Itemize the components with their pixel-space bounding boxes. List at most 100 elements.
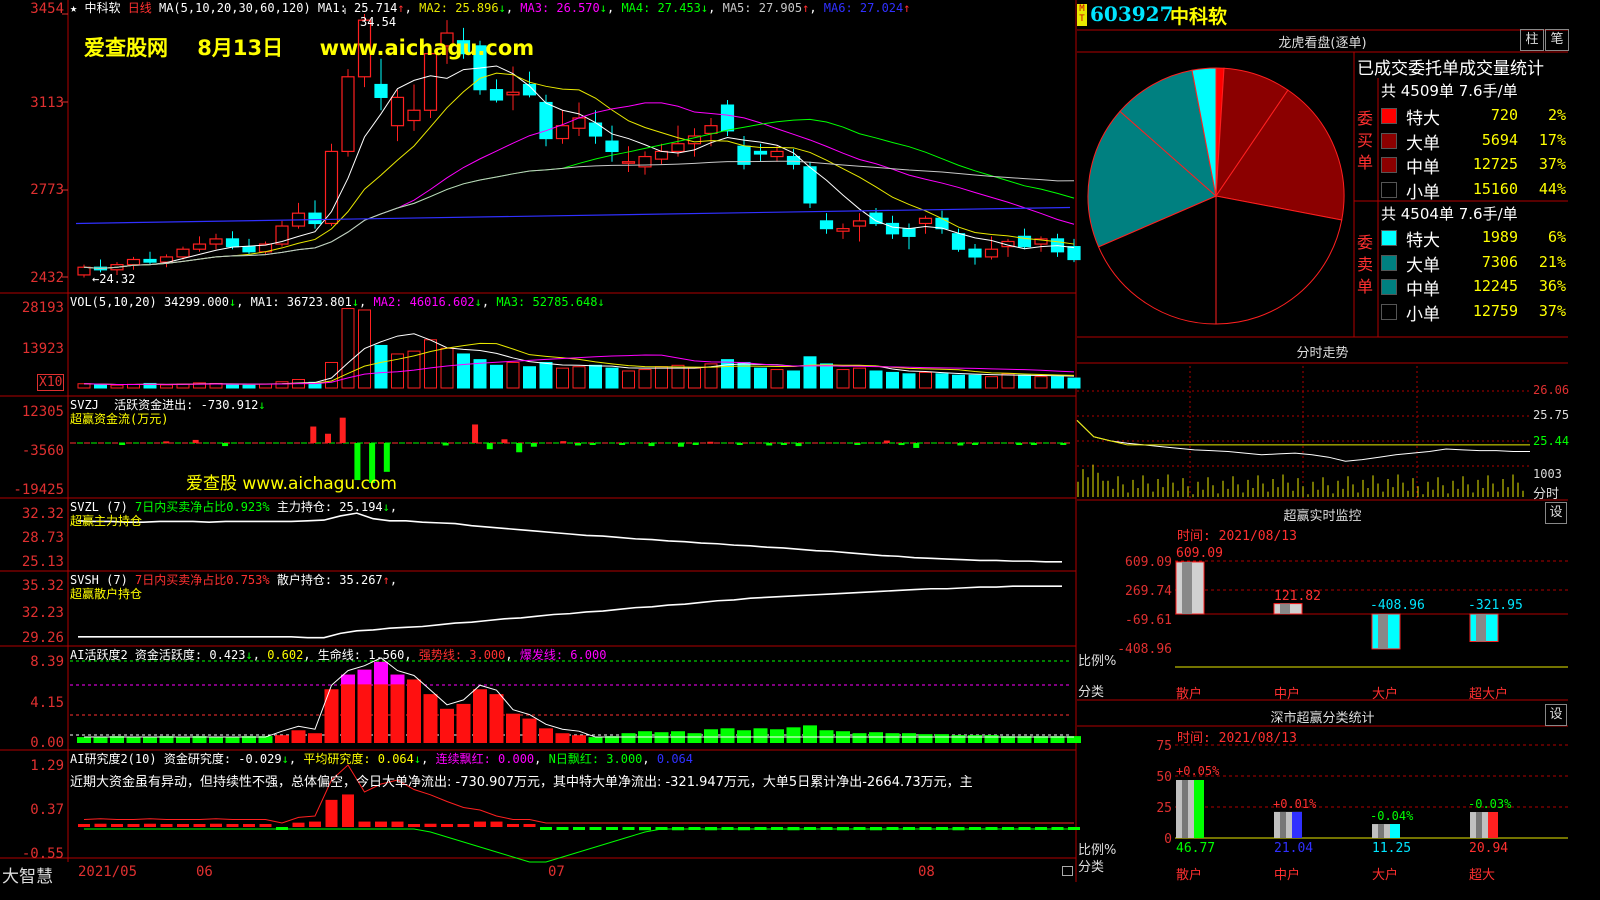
svzl-tick-2: 28.73 [21,530,64,546]
ai2-bar [408,824,420,827]
ai1-neg-bar [588,737,603,743]
volume-bar [341,308,355,389]
vol-tick-2: 13923 [21,341,64,357]
volume-bar [787,370,800,389]
monitor-bar-shade [1280,603,1290,614]
monitor-tick-2: 269.74 [1125,584,1172,599]
volume-bar [952,374,965,389]
price-tick-4: 2432 [30,270,64,286]
ma5-arrow: ↑ [802,1,810,15]
candle-body [605,140,619,153]
stats-value-2: 21.04 [1274,841,1314,856]
sell-side-label: 委卖单 [1357,233,1374,296]
ai2-tick-1: 1.29 [30,758,64,774]
mt-badge: M T [1077,4,1087,26]
candle-body [753,150,768,155]
dragon-title: 龙虎看盘(逐单) [1278,36,1367,51]
svzj-arrow: ↓ [258,398,266,412]
svzj-tick-3: -19425 [13,482,64,498]
lock-icon[interactable] [1062,866,1073,876]
candle-body [902,228,916,237]
candle-body [341,76,355,153]
ai1-neg-bar [984,735,999,743]
svzj-bar [383,443,390,472]
monitor-settings-button[interactable]: 设 [1545,502,1567,524]
legend-swatch [1381,230,1397,246]
monitor-value-3: -408.96 [1370,598,1425,613]
intraday-tick-2: 25.75 [1533,408,1570,422]
tick-mode-button[interactable]: 笔 [1545,29,1569,51]
ai1-neg-bar [770,729,784,743]
vol-value: 34299.000 [163,295,229,309]
stats-bar-shade [1378,824,1384,838]
ai2-v5: 0.064 [656,752,693,766]
stats-category-label: 分类 [1078,860,1105,875]
candle-body [374,83,388,98]
period-label[interactable]: 日线 [128,1,152,15]
legend-swatch [1381,157,1397,173]
svzj-bar [854,443,861,445]
monitor-cat-xlarge: 超大户 [1469,687,1509,702]
ai2-bar [193,824,206,827]
volume-bars [77,308,1081,389]
ai1-neg-bar [176,737,190,743]
candle-body [126,258,141,266]
ai1-burst-bar [341,674,355,685]
monitor-tick-1: 609.09 [1125,555,1172,570]
ai1-burst-bar [357,669,372,685]
buy-side-label: 委买单 [1357,109,1374,172]
order-size-label: 特大 [1406,109,1440,129]
stats-settings-button[interactable]: 设 [1545,704,1567,726]
ai2-bar [540,827,552,830]
ai1-tick-1: 8.39 [30,654,64,670]
svzj-bar [648,443,655,447]
ai2-bar [358,821,371,827]
svzj-bar [913,443,920,448]
volume-bar [721,359,734,389]
vol-ma3: MA3: 52785.648 [496,295,598,309]
order-size-label: 特大 [1406,231,1440,251]
monitor-title: 超赢实时监控 [1283,509,1362,524]
ai2-v2: 平均研究度: 0.064 [303,752,414,766]
candle-body [506,91,520,96]
order-size-label: 小单 [1406,182,1440,203]
ai1-bar [456,703,471,743]
ai2-bar [342,794,354,827]
intraday-tick-1: 26.06 [1533,383,1570,397]
volume-bar [523,366,536,389]
svzl-header: SVZL (7) 7日内买卖净占比0.923% 主力持仓: 25.194↓, 超… [70,500,398,528]
ai1-neg-bar [687,733,702,743]
svsh-desc: 7日内买卖净占比0.753% [135,573,270,587]
app-brand: 大智慧 [2,867,53,887]
volume-bar [919,371,932,389]
intraday-title: 分时走势 [1296,346,1349,361]
candle-body [242,246,256,253]
volume-bar [275,381,289,389]
volume-bar [622,370,635,389]
ai1-neg-bar [654,732,669,743]
stats-tick-4: 0 [1164,832,1172,847]
svzj-bar [163,441,170,444]
stats-bar-accent [1390,824,1400,838]
bar-mode-button[interactable]: 柱 [1520,29,1544,51]
ai2-bar [78,824,90,827]
ai1-neg-bar [143,737,157,743]
candle-body [770,150,784,158]
ma3-arrow: ↓ [599,1,607,15]
legend-swatch [1381,108,1397,124]
ai1-bar [555,733,570,743]
ai1-bar [291,730,306,743]
candle-body [968,248,982,258]
svzj-bar [560,441,567,444]
ai1-bar [308,733,322,743]
volume-bar [160,384,173,389]
ai1-neg-bar [93,737,108,743]
svzj-bar [486,443,493,450]
ai1-neg-bar [935,734,949,743]
candle-body [803,166,817,204]
ai1-neg-bar [869,732,883,743]
ai2-bar [507,824,519,827]
ai1-neg-bar [720,728,735,743]
candle-body [77,266,91,276]
ai2-bar [622,827,635,830]
